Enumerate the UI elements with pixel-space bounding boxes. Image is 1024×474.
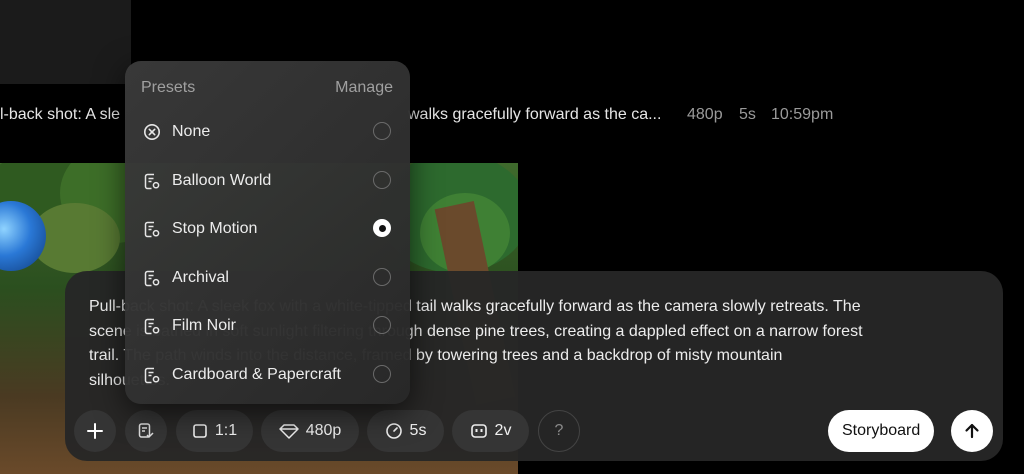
preset-item-cardboard-papercraft[interactable]: Cardboard & Papercraft — [125, 352, 410, 398]
preset-label: None — [172, 123, 211, 140]
aspect-ratio-button[interactable]: 1:1 — [176, 410, 253, 452]
resolution-label: 480p — [305, 422, 342, 439]
preset-check-icon — [138, 423, 154, 439]
variations-label: 2v — [494, 422, 512, 439]
submit-button[interactable] — [951, 410, 993, 452]
resolution-button[interactable]: 480p — [261, 410, 359, 452]
preset-item-balloon-world[interactable]: Balloon World — [125, 158, 410, 204]
diamond-icon — [278, 424, 299, 439]
history-caption-end: walks gracefully forward as the ca... — [408, 106, 662, 123]
preset-icon — [144, 318, 160, 335]
square-icon — [193, 424, 207, 438]
composer-toolbar: 1:1 480p 5s 2v ? Storyboard — [74, 410, 994, 454]
duration-button[interactable]: 5s — [367, 410, 444, 452]
help-label: ? — [554, 422, 564, 439]
manage-presets-link[interactable]: Manage — [335, 79, 393, 97]
aspect-ratio-label: 1:1 — [214, 422, 238, 439]
help-button[interactable]: ? — [538, 410, 580, 452]
preset-icon — [144, 270, 160, 287]
arrow-up-icon — [965, 423, 979, 439]
preset-label: Balloon World — [172, 172, 272, 189]
storyboard-label: Storyboard — [842, 422, 921, 439]
presets-menu-title: Presets — [141, 79, 196, 96]
preset-item-film-noir[interactable]: Film Noir — [125, 303, 410, 349]
circle-x-icon — [144, 124, 160, 140]
preset-radio[interactable] — [373, 365, 391, 383]
clock-icon — [385, 423, 402, 439]
preset-radio[interactable] — [373, 268, 391, 286]
add-button[interactable] — [74, 410, 116, 452]
history-caption-start: l-back shot: A sle — [0, 106, 121, 123]
plus-icon — [87, 423, 103, 439]
preset-icon — [144, 173, 160, 190]
preset-radio[interactable] — [373, 316, 391, 334]
preset-item-none[interactable]: None — [125, 109, 410, 155]
duration-label: 5s — [409, 422, 427, 439]
variations-icon — [470, 424, 487, 438]
preset-label: Stop Motion — [172, 220, 258, 237]
preset-label: Film Noir — [172, 317, 236, 334]
preset-radio[interactable] — [373, 171, 391, 189]
presets-button[interactable] — [125, 410, 167, 452]
presets-menu: Presets Manage None Balloon World Stop M… — [125, 61, 410, 404]
previous-video-thumbnail[interactable] — [0, 0, 131, 84]
history-time: 10:59pm — [771, 106, 834, 123]
variations-button[interactable]: 2v — [452, 410, 529, 452]
preset-label: Cardboard & Papercraft — [172, 366, 341, 383]
preset-item-stop-motion[interactable]: Stop Motion — [125, 206, 410, 252]
preset-label: Archival — [172, 269, 229, 286]
preset-icon — [144, 367, 160, 384]
preset-icon — [144, 221, 160, 238]
preset-item-archival[interactable]: Archival — [125, 255, 410, 301]
history-resolution: 480p — [687, 106, 723, 123]
storyboard-button[interactable]: Storyboard — [828, 410, 935, 452]
preset-radio-selected[interactable] — [373, 219, 391, 237]
history-duration: 5s — [739, 106, 756, 123]
preset-radio[interactable] — [373, 122, 391, 140]
